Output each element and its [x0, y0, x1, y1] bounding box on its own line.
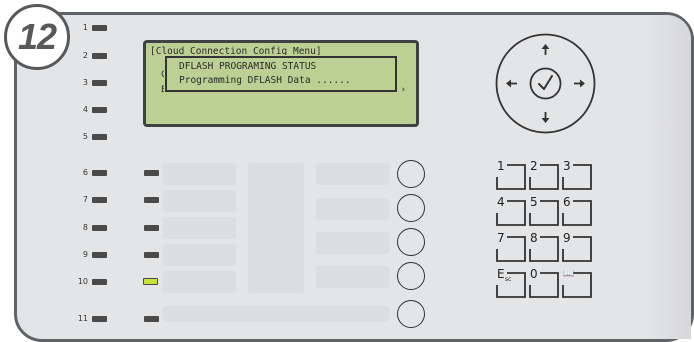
keypad-key[interactable]: 1: [495, 159, 526, 190]
keypad-key[interactable]: 📖: [561, 269, 592, 298]
function-key-slot[interactable]: [316, 266, 389, 288]
led-label: 5: [82, 132, 88, 141]
function-key-slot[interactable]: [163, 163, 236, 185]
keypad-key[interactable]: 3: [561, 159, 592, 190]
function-key-slot[interactable]: [316, 232, 389, 254]
keypad-key-label: 9: [563, 231, 571, 245]
dialog-title: DFLASH PROGRAMING STATUS: [179, 61, 317, 72]
green-led: [143, 278, 158, 285]
led-label: 7: [82, 195, 88, 204]
keypad-key[interactable]: 5: [528, 195, 559, 226]
function-key-slot[interactable]: [163, 217, 236, 239]
keypad-key[interactable]: 6: [561, 195, 592, 226]
function-led: [144, 170, 159, 176]
round-button[interactable]: [397, 228, 425, 256]
led-indicator: [92, 197, 107, 203]
led-indicator: [92, 170, 107, 176]
function-key-slot[interactable]: [316, 163, 389, 185]
keypad-key-label: 4: [497, 195, 505, 209]
dialog-status: Programming DFLASH Data ......: [179, 75, 351, 86]
keypad-key[interactable]: 0: [528, 267, 559, 298]
lcd-background-text: ›: [400, 85, 406, 95]
function-led: [144, 252, 159, 258]
led-label: 6: [82, 168, 88, 177]
keypad-key-label: E: [497, 267, 505, 281]
led-indicator: [92, 316, 107, 322]
function-key-slot[interactable]: [163, 190, 236, 212]
led-indicator: [92, 134, 107, 140]
led-label: 1: [82, 23, 88, 32]
led-indicator: [92, 279, 107, 285]
led-label: 10: [77, 277, 88, 286]
lcd-display: [Cloud Connection Config Menu] C E › DFL…: [143, 40, 419, 127]
led-label: 9: [82, 250, 88, 259]
esc-key-sublabel: sc: [505, 276, 512, 283]
keypad-key[interactable]: 4: [495, 195, 526, 226]
keypad-key-label: 6: [563, 195, 571, 209]
programming-status-dialog: DFLASH PROGRAMING STATUS Programming DFL…: [165, 56, 397, 92]
led-label: 8: [82, 223, 88, 232]
round-button[interactable]: [397, 194, 425, 222]
function-key-slot[interactable]: [248, 163, 304, 293]
keypad-key[interactable]: 9: [561, 231, 592, 262]
keypad-key-label: 2: [530, 159, 538, 173]
round-button[interactable]: [397, 160, 425, 188]
led-indicator: [92, 107, 107, 113]
function-key-slot[interactable]: [163, 271, 236, 293]
keypad-key[interactable]: 7: [495, 231, 526, 262]
round-button[interactable]: [397, 300, 425, 328]
led-indicator: [92, 25, 107, 31]
keypad-key-label: 3: [563, 159, 571, 173]
function-key-slot[interactable]: [163, 306, 389, 322]
led-indicator: [92, 252, 107, 258]
function-led: [144, 225, 159, 231]
led-indicator: [92, 225, 107, 231]
keypad-key-label: 📖: [563, 269, 575, 279]
keypad-key-label: 1: [497, 159, 505, 173]
keypad-key-label: 8: [530, 231, 538, 245]
round-button[interactable]: [397, 262, 425, 290]
keypad-key[interactable]: Esc: [495, 267, 526, 298]
led-label: 11: [77, 314, 88, 323]
step-number: 12: [17, 16, 57, 57]
function-led: [144, 197, 159, 203]
keypad-key[interactable]: 8: [528, 231, 559, 262]
led-label: 2: [82, 51, 88, 60]
led-indicator: [92, 53, 107, 59]
step-badge: 12: [4, 4, 70, 70]
keypad-key-label: 7: [497, 231, 505, 245]
keypad-key[interactable]: 2: [528, 159, 559, 190]
led-label: 3: [82, 78, 88, 87]
navigation-pad[interactable]: [494, 32, 597, 135]
function-key-slot[interactable]: [316, 198, 389, 220]
function-led: [144, 316, 159, 322]
panel-shade: [645, 15, 691, 339]
function-key-slot[interactable]: [163, 244, 236, 266]
led-label: 4: [82, 105, 88, 114]
led-indicator: [92, 80, 107, 86]
keypad-key-label: 0: [530, 267, 538, 281]
keypad-key-label: 5: [530, 195, 538, 209]
